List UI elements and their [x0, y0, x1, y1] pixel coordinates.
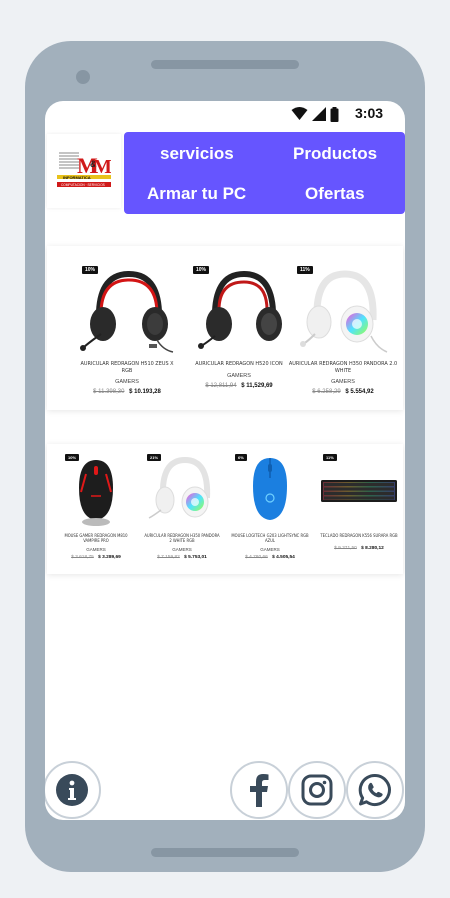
new-price: $ 10.193,28 [129, 389, 161, 396]
product-name: MOUSE LOGITECH G203 LIGHTSYNC RGB AZUL [231, 533, 309, 544]
product-prices: $ 6.258,29 $ 5.554,92 [287, 389, 399, 395]
app-screen: 3:03 M & M INFORMATICA COMPUTACION · SER… [45, 101, 405, 820]
product-prices: $ 7.159,82 $ 5.753,01 [143, 555, 221, 560]
product-category: GAMERS [260, 547, 280, 553]
headset-image [300, 270, 388, 353]
product-category: GAMERS [115, 379, 139, 386]
product-prices: $ 12,811,94 $ 11,529,69 [189, 383, 289, 389]
nav-productos[interactable]: Productos [293, 144, 377, 164]
product-category: GAMERS [331, 379, 355, 386]
nav-ofertas[interactable]: Ofertas [305, 184, 365, 204]
product-name: MOUSE GAMER REDRAGON M810 VAMPIRE PRO [64, 533, 128, 544]
new-price: $ 11,529,69 [241, 382, 273, 389]
product-carousel-2: 10% MOUSE GAMER REDRAGON M810 VAMPIRE PR… [47, 444, 403, 574]
product-prices: $ 4.780,66 $ 4.505,54 [231, 555, 309, 560]
product-name: AURICULAR REDRAGON H350 PANDORA 2.0 WHIT… [288, 361, 398, 374]
product-prices: $ 3.618,75 $ 3.289,69 [61, 555, 131, 560]
keyboard-image [321, 480, 397, 502]
mouse-image [79, 460, 113, 526]
new-price: $ 5.753,01 [184, 555, 207, 561]
new-price: $ 5.554,92 [345, 389, 374, 396]
old-price: $ 7.159,82 [157, 555, 180, 561]
product-card[interactable]: 10% AURICULAR REDRAGON H520 ICON GAMERS … [189, 264, 289, 389]
discount-badge: 6% [235, 454, 247, 461]
app-header: M & M INFORMATICA COMPUTACION · SERVICIO… [45, 131, 405, 215]
logo-icon: M & M INFORMATICA COMPUTACION · SERVICIO… [57, 151, 111, 187]
signal-icon [312, 107, 326, 121]
product-name: AURICULAR REDRAGON H350 PANDORA 2 WHITE … [144, 533, 220, 544]
nav-armar-pc[interactable]: Armar tu PC [147, 184, 246, 204]
facebook-button[interactable] [230, 761, 288, 819]
battery-icon [330, 106, 339, 122]
svg-text:INFORMATICA: INFORMATICA [63, 175, 91, 180]
instagram-button[interactable] [288, 761, 346, 819]
whatsapp-icon [358, 773, 391, 806]
instagram-icon [301, 774, 333, 806]
headset-image [80, 270, 174, 353]
front-camera [76, 70, 90, 84]
product-card[interactable]: 11% TECLADO REDRAGON K556 SURARA RGB $ 9… [317, 452, 401, 551]
product-name: TECLADO REDRAGON K556 SURARA RGB [320, 533, 398, 538]
old-price: $ 12,811,94 [205, 382, 237, 389]
old-price: $ 4.780,66 [245, 555, 268, 561]
svg-text:COMPUTACION · SERVICIOS: COMPUTACION · SERVICIOS [61, 183, 105, 187]
discount-badge: 11% [323, 454, 337, 461]
headset-image [198, 270, 282, 349]
brand-logo[interactable]: M & M INFORMATICA COMPUTACION · SERVICIO… [47, 134, 121, 208]
product-category: GAMERS [86, 547, 106, 553]
discount-badge: 10% [82, 266, 99, 274]
product-category: GAMERS [172, 547, 192, 553]
mouse-image [253, 458, 287, 520]
product-name: AURICULAR REDRAGON H520 ICON [195, 361, 283, 367]
facebook-icon [250, 774, 269, 807]
discount-badge: 10% [193, 266, 210, 274]
product-carousel-1: 10% AURICULAR REDRAGON H510 ZEUS X RGB G… [47, 246, 403, 410]
product-prices: $ 11.398,30 $ 10.193,28 [77, 389, 177, 395]
new-price: $ 4.505,54 [272, 555, 295, 561]
old-price: $ 9.371,50 [334, 546, 357, 552]
new-price: $ 8.280,12 [361, 546, 384, 552]
product-card[interactable]: 10% MOUSE GAMER REDRAGON M810 VAMPIRE PR… [61, 452, 131, 560]
main-nav: servicios Productos Armar tu PC Ofertas [124, 132, 405, 214]
old-price: $ 11.398,30 [93, 389, 125, 396]
whatsapp-button[interactable] [346, 761, 404, 819]
status-icons [291, 106, 339, 122]
product-card[interactable]: 21% AURICULAR REDRAGON H350 PANDORA 2 WH… [143, 452, 221, 560]
discount-badge: 21% [147, 454, 162, 461]
info-icon [56, 774, 88, 806]
headset-image [148, 456, 211, 519]
product-prices: $ 9.371,50 $ 8.280,12 [317, 546, 401, 551]
product-card[interactable]: 10% AURICULAR REDRAGON H510 ZEUS X RGB G… [77, 264, 177, 395]
status-bar: 3:03 [45, 101, 405, 127]
old-price: $ 3.618,75 [71, 555, 94, 561]
product-name: AURICULAR REDRAGON H510 ZEUS X RGB [80, 361, 174, 374]
nav-servicios[interactable]: servicios [160, 144, 234, 164]
home-indicator[interactable] [151, 848, 299, 857]
wifi-icon [291, 107, 308, 120]
new-price: $ 3.289,69 [98, 555, 121, 561]
status-time: 3:03 [355, 105, 384, 121]
product-category: GAMERS [227, 372, 251, 379]
discount-badge: 11% [297, 266, 313, 274]
info-button[interactable] [45, 761, 101, 819]
svg-text:M: M [93, 156, 111, 178]
product-card[interactable]: 11% AURICULAR REDRAGON H350 PANDORA 2.0 … [287, 264, 399, 395]
speaker-grille [151, 60, 299, 69]
product-card[interactable]: 6% MOUSE LOGITECH G203 LIGHTSYNC RGB AZU… [231, 452, 309, 560]
discount-badge: 10% [65, 454, 80, 461]
old-price: $ 6.258,29 [312, 389, 341, 396]
